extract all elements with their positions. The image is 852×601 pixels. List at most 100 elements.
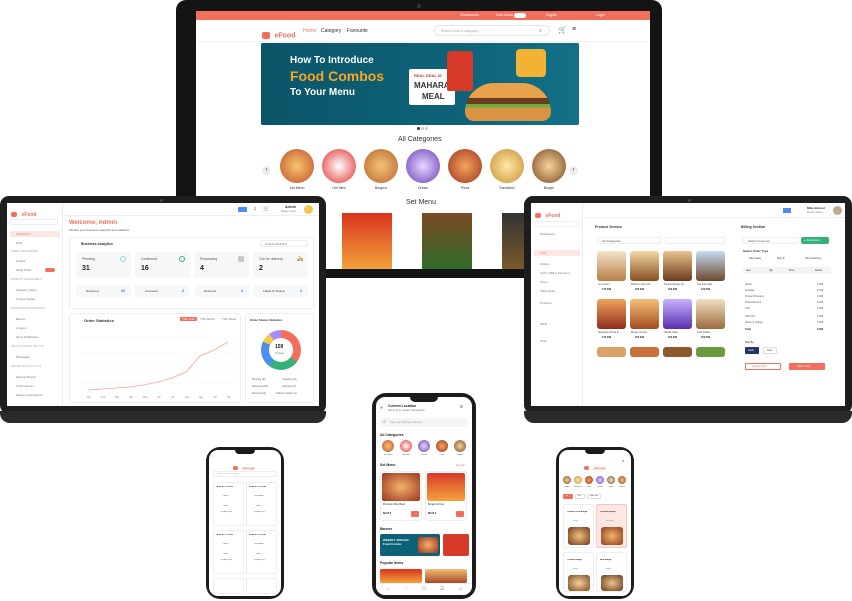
chevron-left-icon[interactable]: ‹ xyxy=(262,166,271,175)
sidebar-item-pos[interactable]: POS xyxy=(16,241,22,245)
category-pizza[interactable] xyxy=(436,440,448,452)
location-address[interactable]: Mirpur Sony Square, Bangladesh xyxy=(388,409,448,412)
set-menu-card[interactable]: Burger & Fries $8.00 $ xyxy=(425,471,467,521)
sidebar-item-coupon[interactable]: Coupon xyxy=(16,326,27,330)
chevron-right-icon[interactable]: › xyxy=(569,166,578,175)
popular-item-card[interactable] xyxy=(425,569,467,583)
stat-card-out-for-delivery[interactable]: Out for delivery 2 🛵 xyxy=(253,252,308,278)
substat-delivered[interactable]: Delivered 26 xyxy=(76,285,131,297)
category-burgers[interactable] xyxy=(364,149,398,183)
menu-item-card[interactable]: Chicken Fried Burger Burger xyxy=(563,504,594,548)
nav-favourite[interactable]: Favourite xyxy=(347,28,368,34)
product-card[interactable] xyxy=(597,347,626,357)
flag-icon[interactable] xyxy=(238,207,247,212)
customer-select[interactable]: Select Customer xyxy=(743,237,798,244)
sidebar-item-messages[interactable]: Messages xyxy=(16,355,30,359)
order-card[interactable] xyxy=(246,578,277,594)
sidebar-item-product[interactable]: Product Setup xyxy=(16,297,35,301)
order-card[interactable]: Order ID # 100134 Take Away Table 2 16 A… xyxy=(246,482,277,526)
carousel-dot[interactable] xyxy=(425,127,428,130)
cart-icon[interactable]: ⊡ xyxy=(422,586,426,592)
tab-this-month[interactable]: This Month xyxy=(200,317,215,321)
stat-card-confirmed[interactable]: Confirmed 16 xyxy=(135,252,190,278)
order-card[interactable]: Order ID # 100133 Dine In Table 1 16 Aug… xyxy=(213,482,244,526)
popular-item-card[interactable] xyxy=(380,569,422,583)
add-to-cart-icon[interactable] xyxy=(411,511,419,517)
sidebar-item-table[interactable]: Table xyxy=(540,322,547,326)
view-all-link[interactable]: View All xyxy=(456,464,465,467)
order-card[interactable] xyxy=(213,578,244,594)
bell-icon[interactable]: ♫ xyxy=(253,206,257,212)
order-card[interactable]: Order ID # 100135 Dine In Table 4 16 Aug… xyxy=(213,530,244,574)
sidebar-item-orders[interactable]: Orders xyxy=(16,259,25,263)
sidebar-item-users[interactable]: Users xyxy=(540,280,548,284)
order-type-dine-in[interactable]: Dine In xyxy=(777,257,785,260)
category-hot-item[interactable] xyxy=(322,149,356,183)
product-card[interactable] xyxy=(663,299,692,329)
sidebar-item-dashboard[interactable]: Dashboard xyxy=(10,231,60,237)
category-pizza[interactable] xyxy=(448,149,482,183)
login-link[interactable]: Login xyxy=(596,13,605,17)
sidebar-item-banner[interactable]: Banner xyxy=(16,317,26,321)
add-customer-button[interactable]: + Customer xyxy=(801,237,829,244)
product-card[interactable] xyxy=(696,251,725,281)
category-burger[interactable] xyxy=(532,149,566,183)
sidebar-item-products[interactable]: Products xyxy=(540,301,552,305)
cart-icon[interactable]: ● xyxy=(622,458,624,463)
category-sandwich[interactable] xyxy=(490,149,524,183)
carousel-dot[interactable] xyxy=(417,127,420,130)
sidebar-item-category[interactable]: Category Setup xyxy=(16,288,37,292)
sidebar-item-deliveryman-report[interactable]: Deliveryman Report xyxy=(16,393,43,397)
banner-card[interactable] xyxy=(443,534,469,556)
menu-icon[interactable]: ≡ xyxy=(460,404,463,410)
menu-item-card[interactable]: Chicken Burger Burger xyxy=(563,552,594,592)
sidebar-item-earning-report[interactable]: Earning Report xyxy=(16,375,36,379)
category-burger[interactable] xyxy=(454,440,466,452)
order-search-input[interactable]: Search Orders By Table ID xyxy=(213,471,277,477)
substat-canceled[interactable]: Canceled 2 xyxy=(135,285,190,297)
craving-search-input[interactable]: ⌕ Type your craving to discover... xyxy=(380,418,468,427)
sidebar-item-order-report[interactable]: Order Report xyxy=(16,384,34,388)
category-set-menu[interactable] xyxy=(280,149,314,183)
pay-card-button[interactable]: Card xyxy=(763,347,777,354)
sidebar-item-notification[interactable]: Send Notification xyxy=(16,335,39,339)
product-card[interactable] xyxy=(696,299,725,329)
place-order-button[interactable]: Place Order xyxy=(789,363,825,370)
search-input[interactable]: Search food & category... ⌕ xyxy=(434,25,550,36)
menu-icon[interactable]: ≡ xyxy=(572,26,576,33)
add-to-cart-icon[interactable] xyxy=(456,511,464,517)
product-card[interactable] xyxy=(597,299,626,329)
sidebar-search[interactable] xyxy=(10,219,58,225)
tab-this-week[interactable]: This Week xyxy=(222,317,236,321)
category-drinks[interactable] xyxy=(406,149,440,183)
nav-home[interactable]: Home xyxy=(303,28,316,34)
product-card[interactable] xyxy=(696,347,725,357)
sidebar-item-chat[interactable]: Chat xyxy=(540,339,546,343)
product-card[interactable] xyxy=(630,299,659,329)
product-card[interactable] xyxy=(663,251,692,281)
substat-returned[interactable]: Returned 2 xyxy=(194,285,249,297)
filter-non-veg[interactable]: Non Veg xyxy=(587,494,601,499)
filter-veg[interactable]: Veg xyxy=(575,494,585,499)
sidebar-item-pos[interactable]: POS xyxy=(534,250,580,256)
order-card[interactable]: Order ID # 100136 Take Away Table 7 16 A… xyxy=(246,530,277,574)
product-card[interactable] xyxy=(597,251,626,281)
order-type-home-delivery[interactable]: Home Delivery xyxy=(805,257,821,260)
tab-this-year[interactable]: This Year xyxy=(180,317,197,321)
promo-banner[interactable]: How To Introduce Food Combos To Your Men… xyxy=(261,43,579,125)
sidebar-item-dashboard[interactable]: Dashboard xyxy=(540,232,555,236)
orders-icon[interactable]: ☰ xyxy=(440,586,444,592)
carousel-dot[interactable] xyxy=(421,127,424,130)
search-icon[interactable]: ⌕ xyxy=(539,28,542,34)
cancel-order-button[interactable]: Cancel Order xyxy=(745,363,781,370)
avatar[interactable] xyxy=(304,205,313,214)
category-select[interactable]: All Categories xyxy=(597,237,661,244)
flag-icon[interactable] xyxy=(783,208,791,213)
profile-icon[interactable]: ☺ xyxy=(458,586,463,592)
dark-mode-toggle[interactable] xyxy=(514,13,526,18)
product-card[interactable] xyxy=(663,347,692,357)
menu-item-card[interactable]: Premium Burger Set Menu xyxy=(596,504,627,548)
statistics-filter-select[interactable]: Overall Statistics xyxy=(260,240,308,247)
filter-all[interactable]: All xyxy=(563,494,573,499)
sidebar-item-table-order[interactable]: Table Order xyxy=(540,289,556,293)
